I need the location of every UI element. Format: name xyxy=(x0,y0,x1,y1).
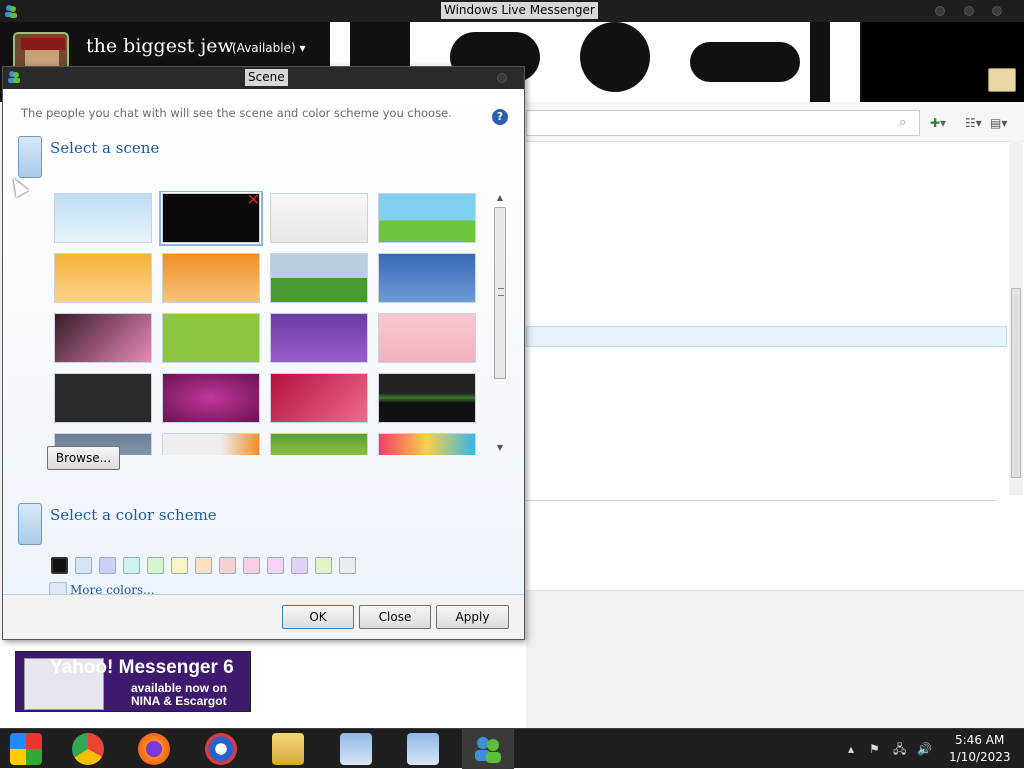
status-selector[interactable]: (Available) ▾ xyxy=(232,41,306,55)
color-swatch-black[interactable] xyxy=(51,557,68,574)
minimize-button[interactable] xyxy=(935,6,945,16)
close-button[interactable] xyxy=(992,6,1002,16)
chrome-remote-icon[interactable] xyxy=(10,733,42,765)
add-contact-button[interactable]: ✚▾ xyxy=(930,114,946,132)
options-button[interactable]: ▤▾ xyxy=(990,114,1007,132)
firefox-icon[interactable] xyxy=(138,733,170,765)
search-input[interactable] xyxy=(526,110,920,136)
scene-thumbnail-white-bubbles[interactable] xyxy=(270,193,368,243)
delete-scene-icon[interactable]: ✕ xyxy=(247,192,260,208)
clock-date[interactable]: 1/10/2023 xyxy=(949,750,1011,764)
dialog-title: Scene xyxy=(245,69,288,86)
browse-button[interactable]: Browse... xyxy=(47,446,120,470)
search-icon: ⌕ xyxy=(899,115,907,130)
apply-button[interactable]: Apply xyxy=(436,605,509,629)
color-swatch-light-purple[interactable] xyxy=(291,557,308,574)
messenger-buddies-icon xyxy=(5,5,17,18)
scene-thumbnail-purple-swirls[interactable] xyxy=(270,313,368,363)
scene-thumbnail-pink-blossoms[interactable] xyxy=(378,313,476,363)
scroll-down-icon[interactable]: ▼ xyxy=(495,443,505,453)
scene-thumbnail-dark-green-glow[interactable] xyxy=(378,373,476,423)
messenger-buddies-icon xyxy=(8,71,20,83)
scene-thumbnail-magenta-burst[interactable] xyxy=(162,373,260,423)
show-hidden-icons[interactable]: ▴ xyxy=(848,741,854,757)
scene-toolbox-icon[interactable] xyxy=(988,68,1016,92)
color-swatch-pink[interactable] xyxy=(243,557,260,574)
color-swatch-light-gray[interactable] xyxy=(339,557,356,574)
installer-icon[interactable] xyxy=(407,733,439,765)
color-swatch-light-pink[interactable] xyxy=(267,557,284,574)
scene-heading: Select a scene xyxy=(50,139,160,157)
close-dialog-button[interactable]: Close xyxy=(359,605,431,629)
contact-list-scrollbar[interactable] xyxy=(1009,140,1023,495)
clock-time[interactable]: 5:46 AM xyxy=(955,733,1004,747)
installer-icon[interactable] xyxy=(340,733,372,765)
color-swatch-peach[interactable] xyxy=(195,557,212,574)
status-label: (Available) xyxy=(232,41,296,55)
campaign-logo-icon[interactable] xyxy=(205,733,237,765)
layout-button[interactable]: ☷▾ xyxy=(965,114,982,132)
window-title: Windows Live Messenger xyxy=(441,2,598,19)
scene-grid-scrollbar[interactable]: ▲ ▼ xyxy=(493,193,507,453)
chrome-icon[interactable] xyxy=(72,733,104,765)
scene-thumbnail-pink-pattern[interactable] xyxy=(54,313,152,363)
scene-dialog: Scene The people you chat with will see … xyxy=(2,66,525,640)
messenger-buddies-icon[interactable] xyxy=(472,733,504,765)
color-swatch-lime[interactable] xyxy=(315,557,332,574)
scene-thumbnail-colorful-blobs[interactable] xyxy=(378,433,476,455)
maximize-button[interactable] xyxy=(964,6,974,16)
ok-button[interactable]: OK xyxy=(282,605,354,629)
ad-headline: Yahoo! Messenger 6 xyxy=(50,657,234,678)
advertisement[interactable]: Yahoo! Messenger 6 available now on NINA… xyxy=(15,651,251,712)
scene-thumbnail-green-hill-sky[interactable] xyxy=(270,253,368,303)
scene-thumbnail-red-pink-wave[interactable] xyxy=(270,373,368,423)
color-swatch-light-blue[interactable] xyxy=(75,557,92,574)
action-center-flag-icon[interactable]: ⚑ xyxy=(869,741,880,757)
ad-line2: available now on xyxy=(131,681,228,695)
color-swatch-salmon[interactable] xyxy=(219,557,236,574)
file-explorer-icon[interactable] xyxy=(272,733,304,765)
color-scheme-heading: Select a color scheme xyxy=(50,506,217,524)
scene-thumbnail-dark-lines[interactable] xyxy=(54,373,152,423)
scene-section-icon xyxy=(18,136,42,178)
color-swatch-lavender[interactable] xyxy=(99,557,116,574)
dialog-body: The people you chat with will see the sc… xyxy=(3,89,524,600)
scroll-up-icon[interactable]: ▲ xyxy=(495,193,505,203)
network-icon[interactable]: 🖧 xyxy=(893,741,906,757)
volume-icon[interactable]: 🔊 xyxy=(917,741,932,757)
intro-text: The people you chat with will see the sc… xyxy=(21,106,452,120)
scene-thumbnail-green-bamboo[interactable] xyxy=(270,433,368,455)
scrollbar-thumb[interactable] xyxy=(494,207,506,379)
dialog-close-button[interactable] xyxy=(497,73,507,83)
color-swatch-light-yellow[interactable] xyxy=(171,557,188,574)
display-name[interactable]: the biggest jew xyxy=(86,35,234,57)
scene-thumbnail-orange-tree[interactable] xyxy=(54,253,152,303)
scene-grid: ✕ xyxy=(51,191,511,455)
scene-thumbnail-light-blue-sky[interactable] xyxy=(54,193,152,243)
dialog-titlebar[interactable]: Scene xyxy=(3,67,524,89)
taskbar: ▴ ⚑ 🖧 🔊 5:46 AM 1/10/2023 xyxy=(0,728,1024,769)
help-icon[interactable]: ? xyxy=(492,109,508,125)
color-swatch-light-green[interactable] xyxy=(147,557,164,574)
scene-thumbnail-lime-dots[interactable] xyxy=(162,313,260,363)
scene-thumbnail-green-field-sky[interactable] xyxy=(378,193,476,243)
scene-thumbnail-blue-mountains[interactable] xyxy=(378,253,476,303)
dialog-footer: OK Close Apply xyxy=(3,594,524,639)
messenger-titlebar[interactable]: Windows Live Messenger xyxy=(0,0,1024,22)
scene-thumbnail-orange-grass[interactable] xyxy=(162,253,260,303)
color-swatch-aqua[interactable] xyxy=(123,557,140,574)
chevron-down-icon: ▾ xyxy=(299,41,306,55)
scene-thumbnail-white-orange[interactable] xyxy=(162,433,260,455)
contact-list-row[interactable] xyxy=(526,326,1007,347)
color-section-icon xyxy=(18,503,42,545)
ad-line3: NINA & Escargot xyxy=(131,694,227,708)
scene-thumbnail-custom-black-white[interactable]: ✕ xyxy=(159,191,263,246)
divider xyxy=(526,500,996,501)
lower-panel xyxy=(526,590,1024,728)
